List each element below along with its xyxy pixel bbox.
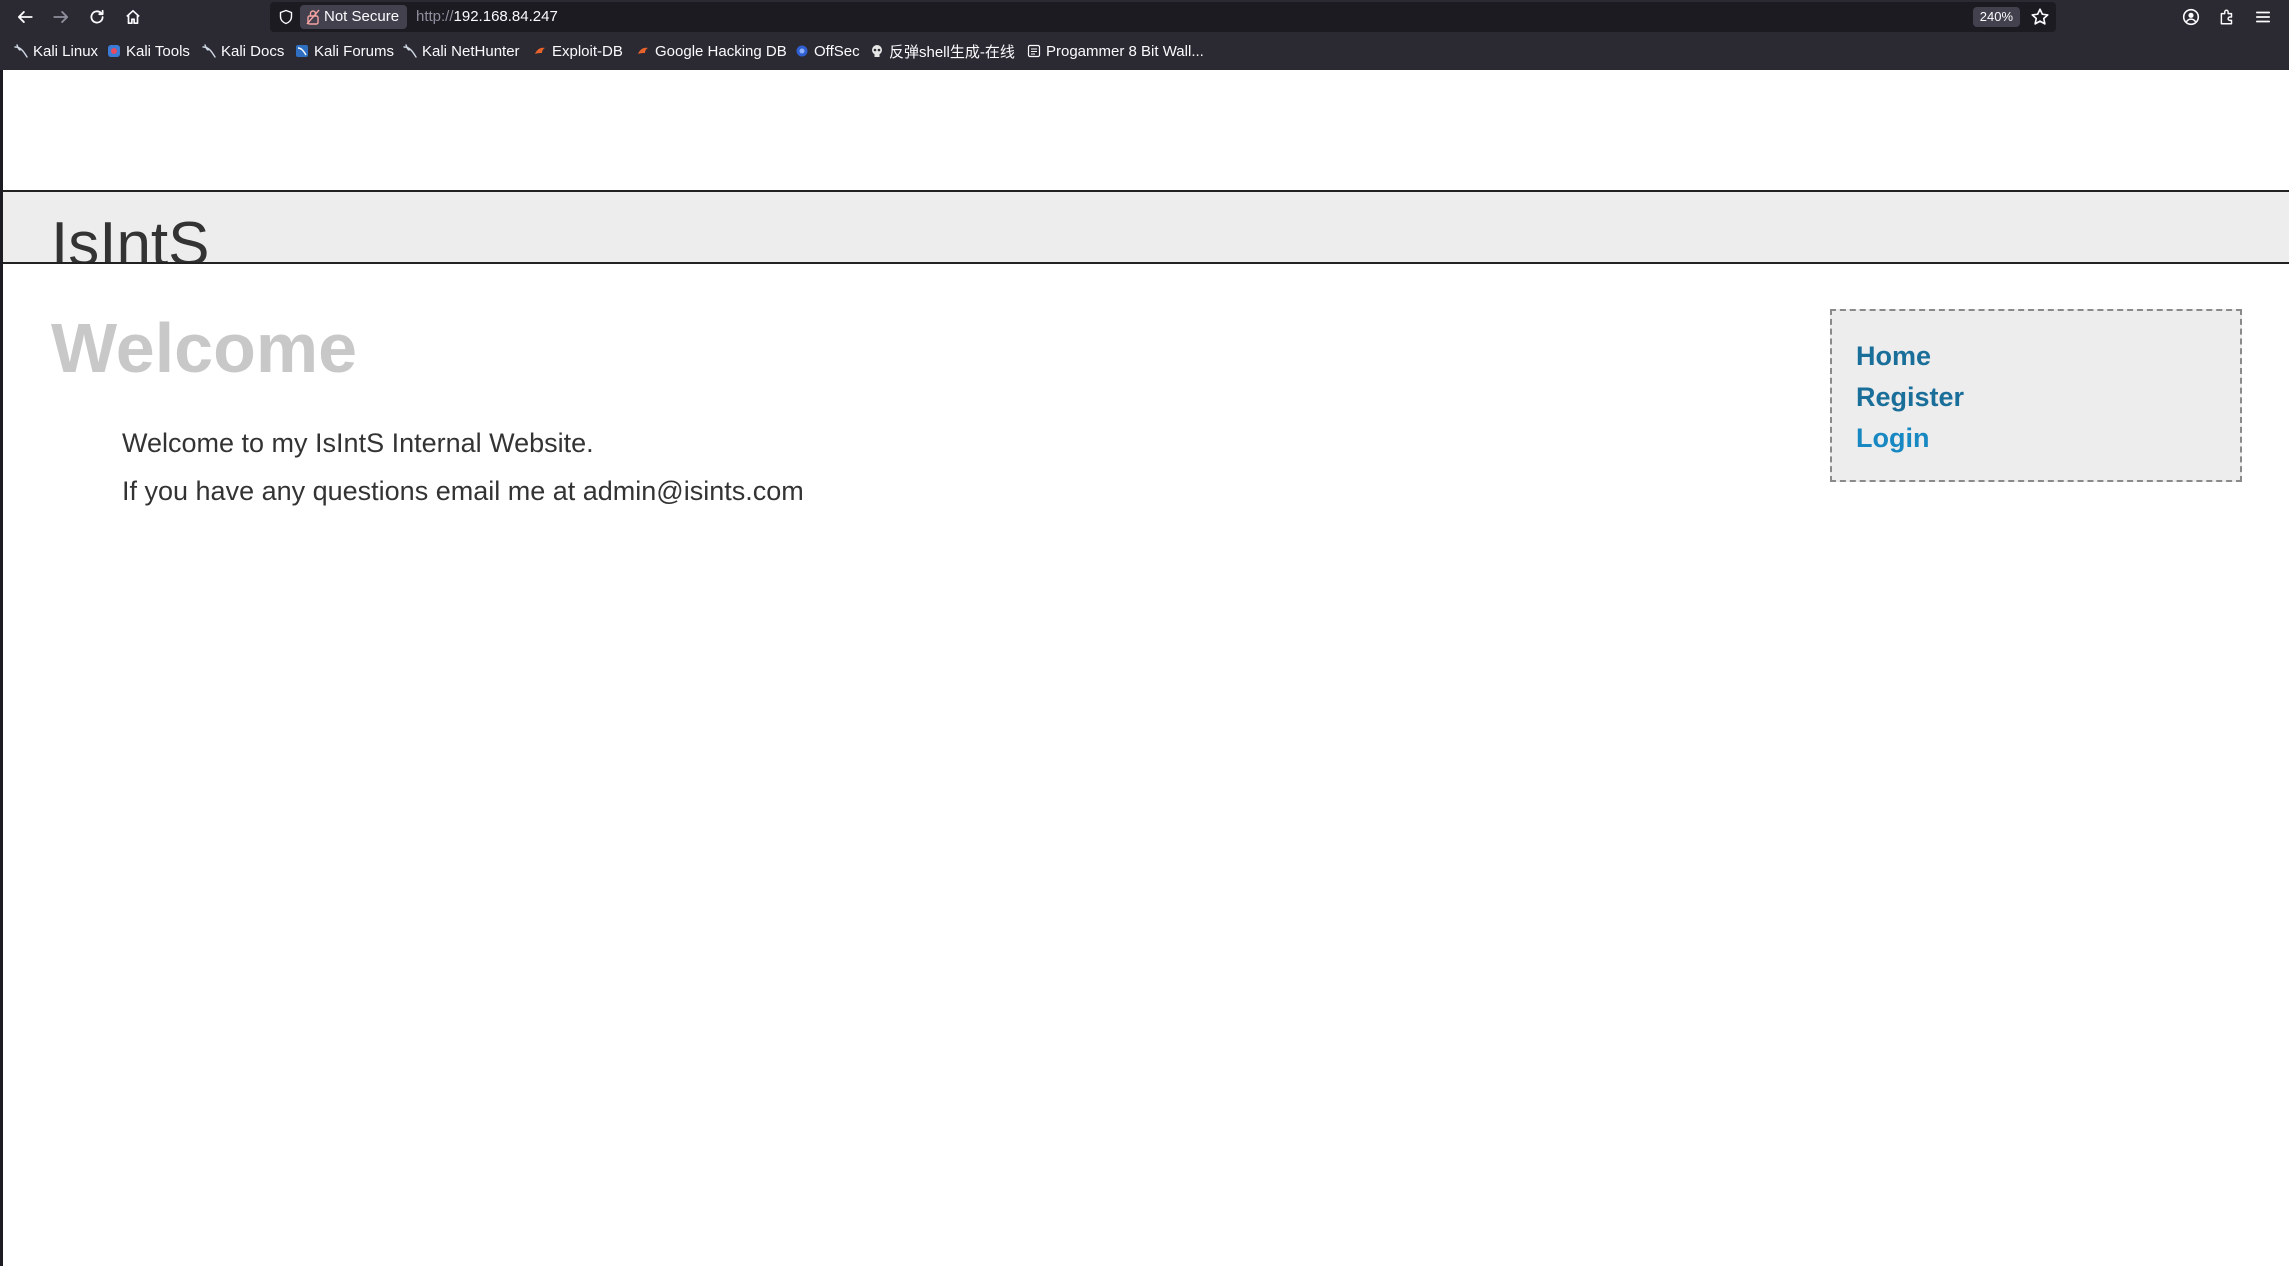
bookmark-label: Kali NetHunter: [422, 42, 520, 60]
reload-button[interactable]: [84, 4, 110, 30]
site-title: IsIntS: [51, 210, 210, 264]
extensions-button[interactable]: [2214, 4, 2240, 30]
bookmark-programmer-wallpaper[interactable]: Progammer 8 Bit Wall...: [1027, 40, 1204, 62]
bookmark-google-hacking-db[interactable]: Google Hacking DB: [636, 40, 787, 62]
page-icon: [1027, 44, 1041, 58]
site-nav: Home Register Login: [1830, 309, 2242, 482]
page-content: IsIntS Welcome Welcome to my IsIntS Inte…: [0, 70, 2289, 1266]
offsec-icon: [796, 45, 808, 57]
exploit-db-icon: [638, 47, 648, 54]
forward-button[interactable]: [48, 4, 74, 30]
bookmarks-toolbar: Kali Linux Kali Tools Kali Docs Kali For…: [0, 38, 2289, 66]
browser-toolbar: Not Secure http://192.168.84.247 240%: [0, 0, 2289, 34]
home-button[interactable]: [120, 4, 146, 30]
browser-chrome: Not Secure http://192.168.84.247 240% Ka…: [0, 0, 2289, 70]
url-host: 192.168.84.247: [453, 8, 558, 25]
security-label: Not Secure: [324, 8, 400, 25]
url-text[interactable]: http://192.168.84.247: [416, 2, 558, 32]
forward-arrow-icon: [53, 11, 69, 23]
nav-login-link[interactable]: Login: [1856, 421, 1929, 455]
bookmark-label: Kali Linux: [33, 42, 99, 60]
nav-home-link[interactable]: Home: [1856, 339, 1931, 373]
kali-dragon-icon: [14, 44, 28, 58]
home-icon: [126, 9, 140, 25]
bookmark-label: Kali Tools: [126, 42, 190, 60]
nav-register-link[interactable]: Register: [1856, 380, 1964, 414]
kali-tools-icon: [108, 45, 120, 57]
kali-forums-icon: [296, 45, 308, 57]
account-icon: [2182, 8, 2200, 26]
skull-icon: [872, 45, 882, 57]
contact-text: If you have any questions email me at ad…: [122, 476, 804, 506]
url-scheme: http://: [416, 8, 454, 25]
bookmark-kali-nethunter[interactable]: Kali NetHunter: [403, 40, 520, 62]
site-security-indicator[interactable]: Not Secure: [300, 5, 408, 29]
puzzle-piece-icon: [2220, 9, 2233, 25]
bookmark-label: 反弹shell生成-在线: [889, 43, 1015, 61]
back-arrow-icon: [17, 11, 33, 23]
exploit-db-icon: [535, 47, 545, 54]
bookmark-kali-docs[interactable]: Kali Docs: [202, 40, 284, 62]
menu-button[interactable]: [2250, 4, 2276, 30]
bookmark-label: Progammer 8 Bit Wall...: [1046, 42, 1204, 60]
kali-dragon-icon: [202, 44, 216, 58]
bookmark-star-icon[interactable]: [2030, 7, 2050, 27]
shield-icon[interactable]: [278, 9, 294, 25]
address-bar[interactable]: Not Secure http://192.168.84.247 240%: [270, 2, 2056, 32]
bookmark-label: Exploit-DB: [552, 42, 623, 60]
insecure-lock-icon: [306, 9, 320, 25]
bookmark-label: OffSec: [814, 42, 860, 60]
bookmark-kali-linux[interactable]: Kali Linux: [14, 40, 98, 62]
bookmark-label: Google Hacking DB: [655, 42, 787, 60]
bookmark-offsec[interactable]: OffSec: [795, 40, 860, 62]
reload-icon: [90, 9, 104, 24]
kali-dragon-icon: [403, 44, 417, 58]
bookmark-reverse-shell[interactable]: 反弹shell生成-在线: [870, 40, 1015, 62]
back-button[interactable]: [12, 4, 38, 30]
account-button[interactable]: [2178, 4, 2204, 30]
welcome-text: Welcome to my IsIntS Internal Website.: [122, 428, 594, 458]
zoom-level-badge[interactable]: 240%: [1972, 7, 2020, 27]
bookmark-label: Kali Forums: [314, 42, 395, 60]
bookmark-kali-forums[interactable]: Kali Forums: [295, 40, 394, 62]
bookmark-label: Kali Docs: [221, 42, 285, 60]
site-header: IsIntS: [3, 190, 2289, 264]
bookmark-exploit-db[interactable]: Exploit-DB: [533, 40, 623, 62]
hamburger-menu-icon: [2255, 11, 2271, 23]
welcome-heading: Welcome: [51, 309, 358, 387]
bookmark-kali-tools[interactable]: Kali Tools: [107, 40, 190, 62]
